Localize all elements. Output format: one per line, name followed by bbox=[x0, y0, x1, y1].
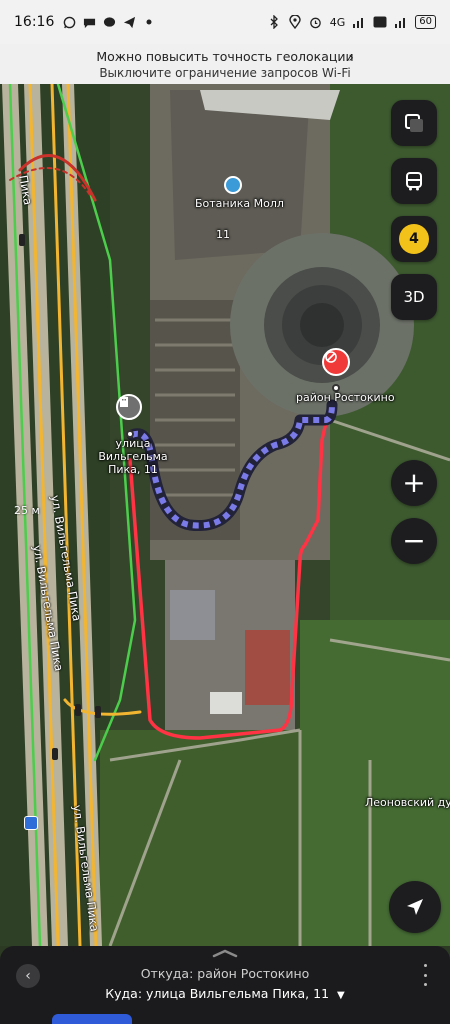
traffic-light-icon bbox=[95, 706, 101, 718]
signal-2-icon bbox=[394, 15, 408, 29]
area-label: Леоновский дуб bbox=[365, 796, 450, 809]
panel-grabber-icon[interactable] bbox=[211, 948, 239, 958]
map-view[interactable]: Ботаника Молл 11 район Ростокино улица В… bbox=[0, 84, 450, 946]
transit-bus-icon bbox=[406, 172, 422, 191]
route-from-row[interactable]: Откуда: район Ростокино bbox=[0, 966, 450, 981]
route-to-row[interactable]: Куда: улица Вильгельма Пика, 11 ▼ bbox=[0, 986, 450, 1001]
my-location-button[interactable] bbox=[389, 881, 441, 933]
whatsapp-icon bbox=[62, 15, 76, 29]
telegram-icon bbox=[122, 15, 136, 29]
zoom-in-button[interactable]: + bbox=[391, 460, 437, 506]
dot-icon bbox=[142, 15, 156, 29]
signal-icon bbox=[352, 15, 366, 29]
from-value: район Ростокино bbox=[197, 966, 310, 981]
mall-label: Ботаника Молл bbox=[195, 197, 284, 210]
map-canvas bbox=[0, 84, 450, 946]
status-bar: 16:16 4G 60 bbox=[0, 0, 450, 44]
shopping-bag-icon[interactable] bbox=[224, 176, 242, 194]
geolocation-banner-subtitle: Выключите ограничение запросов Wi-Fi bbox=[99, 66, 351, 80]
message-icon bbox=[102, 15, 116, 29]
layers-button[interactable] bbox=[391, 100, 437, 146]
layers-icon bbox=[405, 114, 423, 132]
location-arrow-icon bbox=[407, 899, 423, 915]
to-value: улица Вильгельма Пика, 11 bbox=[146, 986, 330, 1001]
system-icons: 4G 60 bbox=[267, 15, 436, 29]
chevron-right-icon: › bbox=[348, 50, 354, 66]
dropdown-arrow-icon: ▼ bbox=[337, 990, 345, 1001]
geolocation-banner[interactable]: Можно повысить точность геолокации › Вык… bbox=[0, 44, 450, 84]
from-label: Откуда: bbox=[140, 966, 194, 981]
mall-number-label: 11 bbox=[216, 228, 230, 241]
more-options-icon[interactable] bbox=[422, 964, 428, 986]
transit-button[interactable] bbox=[391, 158, 437, 204]
bluetooth-icon bbox=[267, 15, 281, 29]
traffic-light-icon bbox=[19, 234, 25, 246]
action-button-peek[interactable] bbox=[52, 1014, 132, 1024]
to-label: Куда: bbox=[105, 986, 143, 1001]
traffic-light-icon bbox=[52, 748, 58, 760]
zoom-out-button[interactable]: − bbox=[391, 518, 437, 564]
network-type: 4G bbox=[329, 15, 346, 29]
start-place-label: район Ростокино bbox=[296, 391, 395, 404]
status-time: 16:16 bbox=[14, 14, 55, 30]
alarm-icon bbox=[309, 15, 323, 29]
3d-button[interactable]: 3D bbox=[391, 274, 437, 320]
route-start-pin-icon[interactable] bbox=[322, 348, 350, 376]
location-pin-icon bbox=[288, 15, 302, 29]
transit-stop-icon[interactable] bbox=[24, 816, 38, 830]
building-pin-icon[interactable] bbox=[116, 394, 142, 420]
hd-icon bbox=[373, 15, 387, 29]
notification-icons bbox=[62, 15, 156, 29]
traffic-button[interactable]: 4 bbox=[391, 216, 437, 262]
geolocation-banner-title: Можно повысить точность геолокации bbox=[96, 49, 354, 64]
end-place-label: улица Вильгельма Пика, 11 bbox=[98, 437, 168, 476]
chat-icon bbox=[82, 15, 96, 29]
traffic-level-icon: 4 bbox=[399, 224, 429, 254]
scale-label: 25 м bbox=[14, 504, 40, 517]
traffic-light-icon bbox=[75, 704, 81, 716]
route-panel[interactable]: ‹ Откуда: район Ростокино Куда: улица Ви… bbox=[0, 946, 450, 1024]
battery-indicator: 60 bbox=[415, 15, 436, 29]
